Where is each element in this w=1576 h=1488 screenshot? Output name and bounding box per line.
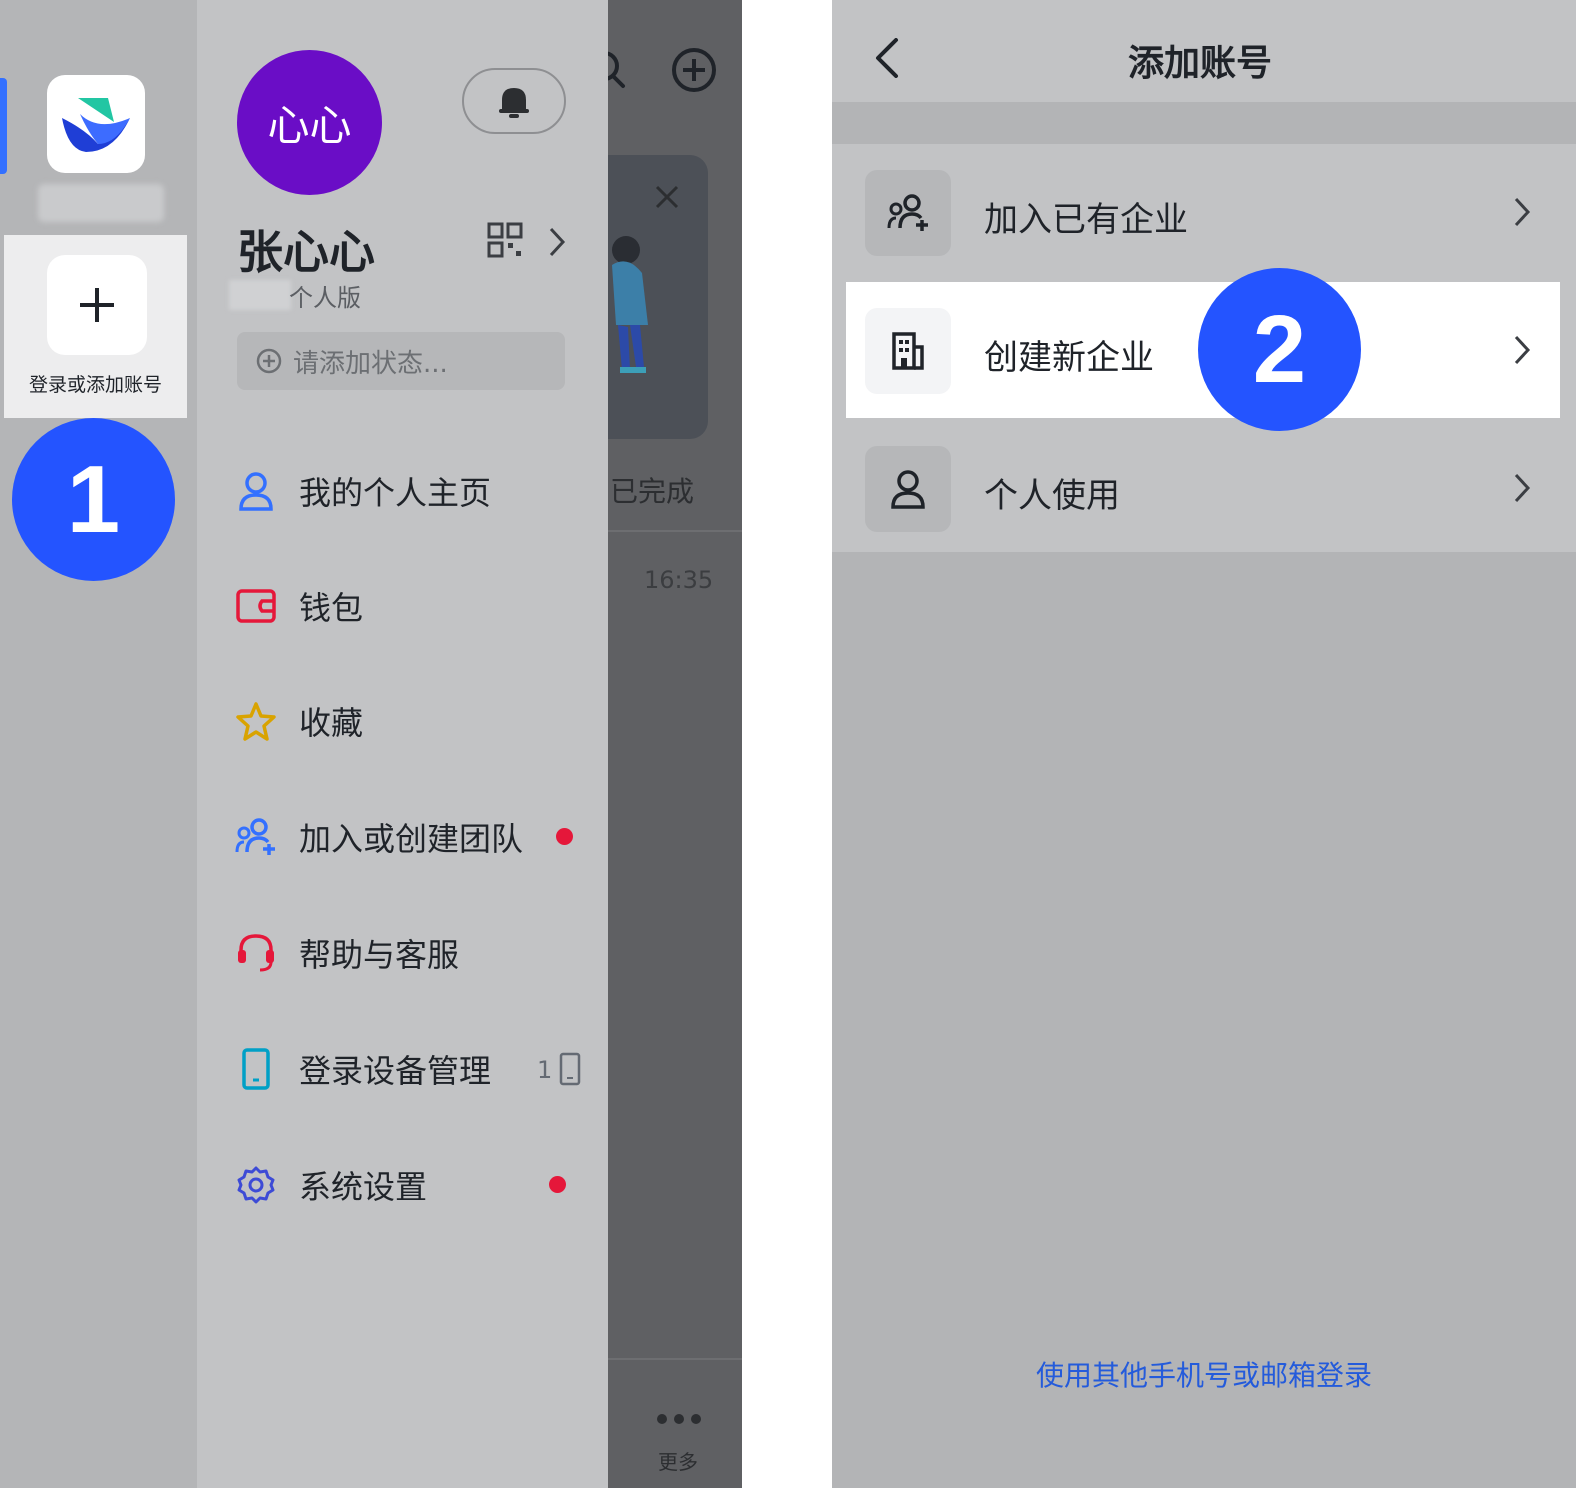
side-drawer: 心心 张心心 个人版 请添加状态... 我的个人主页 钱包 收藏 加入或创建团队…	[197, 0, 608, 1488]
wallet-icon	[235, 585, 277, 627]
divider	[608, 530, 742, 532]
account-switcher: 登录或添加账号	[0, 0, 197, 1488]
option-join-enterprise[interactable]: 加入已有企业	[832, 144, 1576, 280]
add-account-button[interactable]: 登录或添加账号	[4, 235, 187, 418]
headset-icon	[235, 932, 277, 974]
option-label: 创建新企业	[984, 338, 1154, 378]
section-gap	[832, 102, 1576, 144]
step-badge-1: 1	[12, 418, 175, 581]
close-icon[interactable]	[654, 184, 680, 210]
notification-dot	[549, 1176, 566, 1193]
active-account-indicator	[0, 78, 7, 174]
qr-code-icon[interactable]	[487, 222, 523, 258]
menu-item-wallet[interactable]: 钱包	[235, 576, 595, 636]
chevron-right-icon[interactable]	[547, 226, 567, 258]
notification-dot	[556, 828, 573, 845]
message-time: 16:35	[644, 566, 714, 594]
avatar[interactable]: 心心	[237, 50, 382, 195]
add-circle-icon	[256, 348, 282, 374]
chevron-right-icon	[1514, 335, 1531, 365]
blurred-text	[229, 280, 291, 310]
alt-login-link[interactable]: 使用其他手机号或邮箱登录	[832, 1354, 1576, 1394]
status-placeholder: 请添加状态...	[293, 348, 448, 379]
menu-label: 登录设备管理	[299, 1052, 492, 1090]
add-circle-icon[interactable]	[670, 46, 718, 94]
right-screen: 添加账号 加入已有企业 创建新企业 个人使用 使用其他手机号或邮箱登录	[832, 0, 1576, 1488]
team-add-icon	[865, 170, 951, 256]
done-label: 已完成	[610, 475, 695, 508]
person-icon	[235, 470, 277, 512]
option-label: 加入已有企业	[984, 200, 1188, 240]
team-add-icon	[235, 816, 277, 858]
menu-item-favorites[interactable]: 收藏	[235, 691, 595, 751]
left-screen: 已完成 16:35 更多 登录或添加账号 心心 张心心 个人版 请添加状态...…	[0, 0, 742, 1488]
building-icon	[865, 308, 951, 394]
star-icon	[235, 700, 277, 742]
edition-label: 个人版	[289, 284, 361, 312]
notification-button[interactable]	[462, 68, 566, 134]
option-personal-use[interactable]: 个人使用	[832, 420, 1576, 556]
menu-label: 我的个人主页	[299, 474, 492, 512]
add-account-label: 登录或添加账号	[28, 374, 162, 396]
user-name[interactable]: 张心心	[237, 216, 375, 282]
page-title: 添加账号	[1127, 43, 1272, 84]
plus-icon	[47, 255, 147, 355]
option-label: 个人使用	[984, 476, 1120, 516]
menu-item-help[interactable]: 帮助与客服	[235, 923, 595, 983]
account-name-blurred	[38, 184, 164, 222]
menu-item-settings[interactable]: 系统设置	[235, 1155, 595, 1215]
menu-label: 加入或创建团队	[299, 820, 524, 858]
status-input[interactable]: 请添加状态...	[237, 332, 565, 390]
device-count: 1	[537, 1056, 553, 1084]
more-label: 更多	[658, 1450, 698, 1474]
menu-label: 钱包	[299, 589, 364, 627]
menu-item-team[interactable]: 加入或创建团队	[235, 807, 595, 867]
nav-bar: 添加账号	[832, 0, 1576, 102]
more-icon[interactable]	[656, 1412, 702, 1426]
feishu-logo-icon[interactable]	[47, 75, 145, 173]
divider	[608, 1358, 742, 1360]
phone-icon	[559, 1052, 581, 1086]
person-icon	[865, 446, 951, 532]
bell-icon	[499, 88, 529, 118]
menu-label: 系统设置	[299, 1168, 428, 1206]
chevron-right-icon	[1514, 473, 1531, 503]
step-badge-2: 2	[1198, 268, 1361, 431]
gear-icon	[235, 1164, 277, 1206]
menu-label: 收藏	[299, 704, 364, 742]
chevron-right-icon	[1514, 197, 1531, 227]
phone-icon	[235, 1048, 277, 1090]
menu-item-profile[interactable]: 我的个人主页	[235, 461, 595, 521]
menu-label: 帮助与客服	[299, 936, 460, 974]
